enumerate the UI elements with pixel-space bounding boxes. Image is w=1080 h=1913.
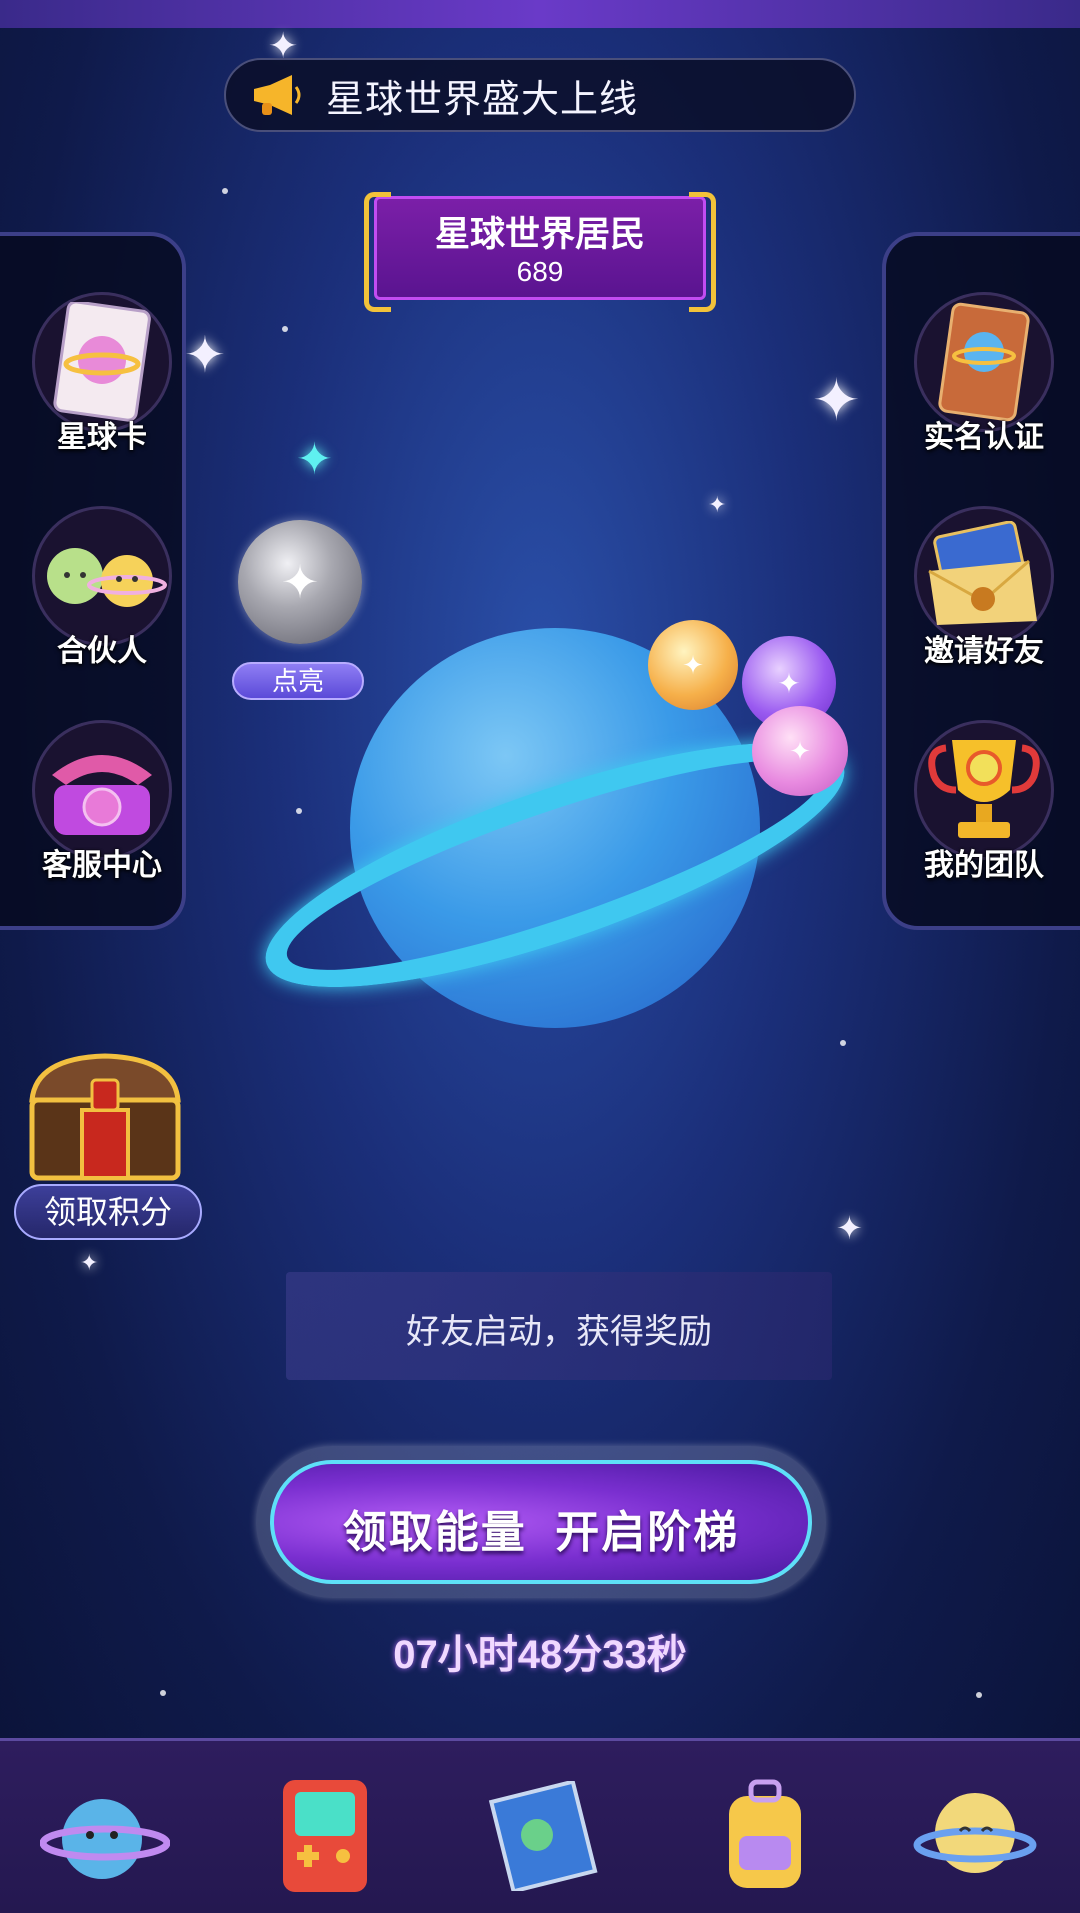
resident-count: 689 (516, 256, 564, 287)
star-decoration: ✦ (812, 368, 861, 433)
star-decoration (222, 188, 228, 194)
star-decoration: ✦ (708, 492, 727, 517)
right-menu-panel: 实名认证 邀请好友 我的团队 (882, 232, 1080, 930)
map-scroll-icon (488, 1781, 598, 1891)
nav-map[interactable] (476, 1771, 606, 1901)
star-decoration: ✦ (296, 435, 333, 484)
star-decoration (160, 1690, 166, 1696)
orange-energy-orb[interactable]: ✦ (648, 620, 738, 710)
reward-message: 好友启动，获得奖励 (406, 1313, 712, 1351)
backpack-icon (729, 1779, 801, 1888)
light-up-button[interactable]: 点亮 (232, 662, 364, 700)
top-status-bar (0, 0, 1080, 28)
partner-planets-icon (47, 548, 167, 607)
star-decoration (976, 1692, 982, 1698)
menu-item-customer-service[interactable]: 客服中心 (4, 720, 200, 884)
star-decoration: ✦ (80, 1250, 99, 1275)
nav-games[interactable] (260, 1771, 390, 1901)
announcement-bar[interactable]: 星球世界盛大上线 (224, 58, 856, 132)
menu-label: 星球卡 (57, 421, 147, 454)
bottom-nav (0, 1738, 1080, 1913)
menu-label: 实名认证 (924, 421, 1044, 454)
menu-item-invite-friends[interactable]: 邀请好友 (886, 506, 1080, 670)
energy-bubble[interactable]: ✦ (238, 520, 362, 644)
nav-home[interactable] (40, 1771, 170, 1901)
sparkle-icon: ✦ (789, 735, 811, 766)
reward-message-bar: 好友启动，获得奖励 (286, 1272, 832, 1380)
menu-item-partner[interactable]: 合伙人 (4, 506, 200, 670)
menu-label: 合伙人 (57, 635, 147, 668)
planet-home-icon (40, 1799, 170, 1879)
countdown-timer: 07小时48分33秒 (393, 1633, 687, 1677)
trophy-icon (928, 740, 1040, 838)
menu-item-my-team[interactable]: 我的团队 (886, 720, 1080, 884)
pink-energy-orb[interactable]: ✦ (752, 706, 848, 796)
menu-item-real-name-auth[interactable]: 实名认证 (886, 292, 1080, 456)
menu-label: 客服中心 (42, 849, 162, 882)
resident-count-plaque: 星球世界居民 689 (364, 186, 716, 312)
nav-profile[interactable] (910, 1771, 1040, 1901)
star-decoration (840, 1040, 846, 1046)
moon-planet-icon (913, 1793, 1037, 1873)
star-decoration (296, 808, 302, 814)
treasure-chest-icon[interactable] (22, 1050, 188, 1184)
game-console-icon (283, 1780, 367, 1892)
sparkle-icon: ✦ (682, 649, 704, 680)
planet-card-icon (53, 302, 151, 422)
id-card-icon (938, 302, 1030, 422)
claim-energy-label: 领取能量 开启阶梯 (342, 1508, 740, 1557)
envelope-icon (928, 521, 1037, 625)
sparkle-icon: ✦ (777, 667, 801, 699)
star-decoration (282, 326, 288, 332)
announcement-text: 星球世界盛大上线 (326, 78, 639, 121)
menu-item-planet-card[interactable]: 星球卡 (4, 292, 200, 456)
star-decoration: ✦ (836, 1210, 863, 1246)
claim-energy-button[interactable]: 领取能量 开启阶梯 (256, 1446, 826, 1598)
left-menu-panel: 星球卡 合伙人 客服中心 (0, 232, 186, 930)
menu-label: 我的团队 (924, 849, 1044, 882)
telephone-icon (52, 755, 152, 835)
plaque-title: 星球世界居民 (434, 215, 645, 254)
megaphone-icon (246, 65, 306, 125)
sparkle-icon: ✦ (280, 556, 320, 608)
claim-points-button[interactable]: 领取积分 (14, 1184, 202, 1240)
menu-label: 邀请好友 (924, 635, 1044, 668)
nav-backpack[interactable] (700, 1771, 830, 1901)
